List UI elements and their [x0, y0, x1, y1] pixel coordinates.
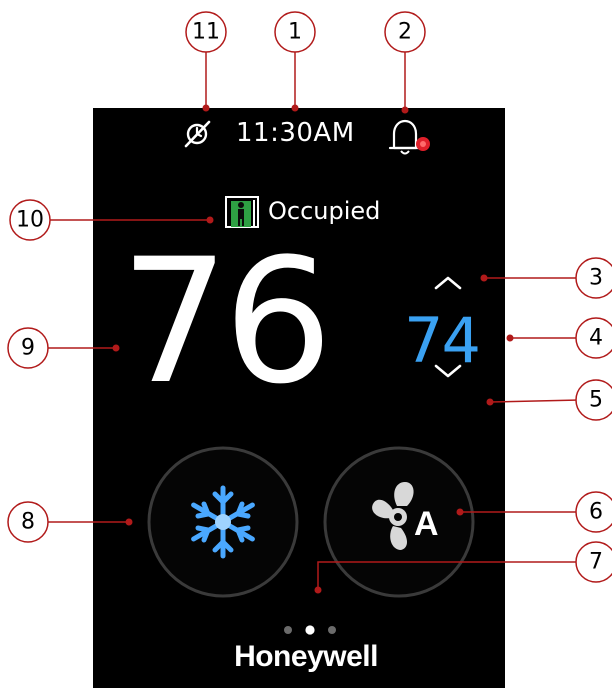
callout-3-label: 3	[589, 266, 603, 291]
callout-9-label: 9	[21, 336, 35, 361]
callout-6-label: 6	[589, 500, 603, 525]
callout-8-label: 8	[21, 510, 35, 535]
callout-11-label: 11	[192, 20, 220, 45]
callout-annotations: 1 2 3 4 5 6 7 8 9 10 11	[7, 11, 612, 594]
callout-7-label: 7	[589, 550, 603, 575]
callout-4-label: 4	[589, 326, 603, 351]
callout-1-label: 1	[288, 20, 302, 45]
callout-5-label: 5	[589, 388, 603, 413]
callout-2-label: 2	[398, 20, 412, 45]
callout-10-label: 10	[16, 208, 44, 233]
